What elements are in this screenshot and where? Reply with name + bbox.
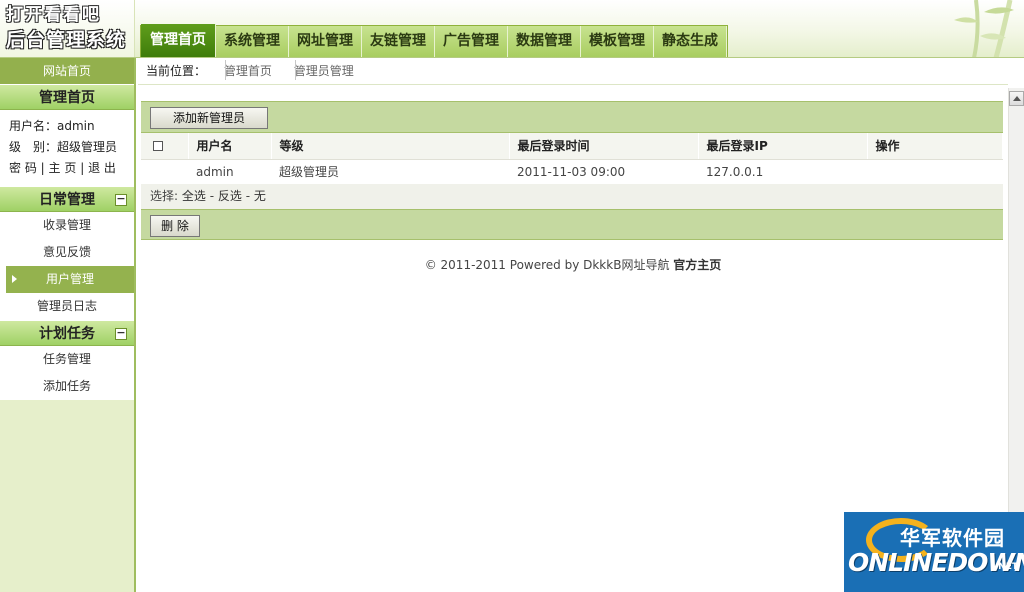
row-last-login-ip: 127.0.0.1	[698, 159, 867, 185]
logout-link[interactable]: 退 出	[88, 161, 116, 175]
change-password-link[interactable]: 密 码	[9, 161, 37, 175]
sidebar-item-task-manage[interactable]: 任务管理	[0, 346, 134, 373]
footer-copyright: © 2011-2011 Powered by DkkkB网址导航	[424, 258, 674, 272]
watermark-logo: 华军软件园 ONLINEDOWN .NET	[844, 512, 1024, 592]
select-none-link[interactable]: 无	[254, 189, 266, 203]
sidebar-item-label: 用户管理	[45, 272, 94, 286]
sidebar: 网站首页 管理首页 用户名：admin 级 别：超级管理员 密 码 | 主 页 …	[0, 58, 136, 592]
nav-tab-urls[interactable]: 网址管理	[289, 26, 362, 57]
nav-tab-data[interactable]: 数据管理	[508, 26, 581, 57]
sidebar-section-home-title: 管理首页	[39, 90, 95, 106]
sidebar-section-tasks-title: 计划任务	[39, 326, 95, 342]
select-all-link[interactable]: 全选	[182, 189, 206, 203]
nav-tab-ads[interactable]: 广告管理	[435, 26, 508, 57]
sidebar-item-indexing[interactable]: 收录管理	[0, 212, 134, 239]
row-actions	[867, 159, 1003, 185]
breadcrumb-label: 当前位置：	[146, 64, 207, 78]
user-links: 密 码 | 主 页 | 退 出	[9, 158, 125, 179]
sidebar-section-tasks[interactable]: 计划任务 −	[0, 320, 134, 346]
username-text: 用户名：admin	[9, 119, 95, 133]
daily-menu: 收录管理 意见反馈 用户管理 管理员日志	[0, 212, 134, 320]
selection-bar: 选择: 全选 - 反选 - 无	[141, 184, 1003, 209]
admin-table: 用户名 等级 最后登录时间 最后登录IP 操作 admin 超级管理员 2011…	[141, 133, 1003, 185]
nav-tab-home[interactable]: 管理首页	[141, 24, 216, 57]
sidebar-item-admin-log[interactable]: 管理员日志	[0, 293, 134, 320]
arrow-right-icon	[12, 275, 17, 283]
bottom-toolbar: 删 除	[141, 209, 1003, 240]
row-select-cell	[141, 159, 188, 185]
site-home-link[interactable]: 网站首页	[0, 58, 134, 84]
table-header-row: 用户名 等级 最后登录时间 最后登录IP 操作	[141, 133, 1003, 160]
sidebar-item-add-task[interactable]: 添加任务	[0, 373, 134, 400]
breadcrumb: 当前位置： 管理首页 管理员管理	[138, 58, 1008, 85]
nav-tab-templates[interactable]: 模板管理	[581, 26, 654, 57]
logo-line-1: 打开看看吧	[6, 5, 101, 25]
logo: 打开看看吧 后台管理系统	[0, 0, 135, 58]
select-all-cell	[141, 133, 189, 160]
logo-line-2: 后台管理系统	[6, 29, 127, 51]
breadcrumb-item-home[interactable]: 管理首页	[216, 58, 282, 85]
home-link[interactable]: 主 页	[49, 161, 77, 175]
bamboo-decoration-icon	[954, 0, 1014, 58]
nav-tab-system[interactable]: 系统管理	[216, 26, 289, 57]
delete-button[interactable]: 删 除	[150, 215, 200, 237]
table-row: admin 超级管理员 2011-11-03 09:00 127.0.0.1	[141, 159, 1003, 185]
collapse-icon[interactable]: −	[115, 193, 127, 206]
selection-separator: -	[245, 189, 254, 203]
scroll-up-icon[interactable]	[1009, 91, 1024, 106]
row-level: 超级管理员	[271, 159, 509, 185]
user-links-separator: |	[80, 161, 85, 175]
collapse-icon[interactable]: −	[115, 327, 127, 340]
watermark-cn: 华军软件园	[900, 526, 1005, 550]
user-links-separator: |	[40, 161, 45, 175]
nav-tab-static[interactable]: 静态生成	[654, 26, 727, 57]
tasks-menu: 任务管理 添加任务	[0, 346, 134, 400]
sidebar-section-daily-title: 日常管理	[39, 192, 95, 208]
sidebar-section-daily[interactable]: 日常管理 −	[0, 186, 134, 212]
invert-selection-link[interactable]: 反选	[218, 189, 242, 203]
nav-tab-friend-links[interactable]: 友链管理	[362, 26, 435, 57]
watermark-net: .NET	[994, 562, 1018, 572]
sidebar-section-home: 管理首页	[0, 84, 134, 110]
col-level: 等级	[271, 133, 510, 160]
sidebar-item-users[interactable]: 用户管理	[6, 266, 134, 293]
footer: © 2011-2011 Powered by DkkkB网址导航 官方主页	[138, 256, 1008, 273]
user-info-panel: 用户名：admin 级 别：超级管理员 密 码 | 主 页 | 退 出	[0, 110, 134, 186]
sidebar-item-feedback[interactable]: 意见反馈	[0, 239, 134, 266]
top-toolbar: 添加新管理员	[141, 101, 1003, 133]
selection-separator: -	[209, 189, 218, 203]
row-last-login-time: 2011-11-03 09:00	[509, 159, 698, 185]
col-last-login-time: 最后登录时间	[509, 133, 699, 160]
breadcrumb-item-current: 管理员管理	[286, 58, 364, 85]
header: 打开看看吧 后台管理系统 管理首页 系统管理 网址管理 友链管理 广告管理 数据…	[0, 0, 1024, 58]
row-username: admin	[188, 159, 271, 185]
add-admin-button[interactable]: 添加新管理员	[150, 107, 268, 129]
main-nav: 管理首页 系统管理 网址管理 友链管理 广告管理 数据管理 模板管理 静态生成	[140, 24, 728, 57]
official-home-link[interactable]: 官方主页	[673, 258, 721, 272]
col-username: 用户名	[188, 133, 272, 160]
col-last-login-ip: 最后登录IP	[698, 133, 868, 160]
user-level-text: 级 别：超级管理员	[9, 140, 118, 154]
col-actions: 操作	[867, 133, 1003, 160]
selection-label: 选择:	[150, 189, 179, 203]
select-all-checkbox[interactable]	[153, 141, 163, 152]
